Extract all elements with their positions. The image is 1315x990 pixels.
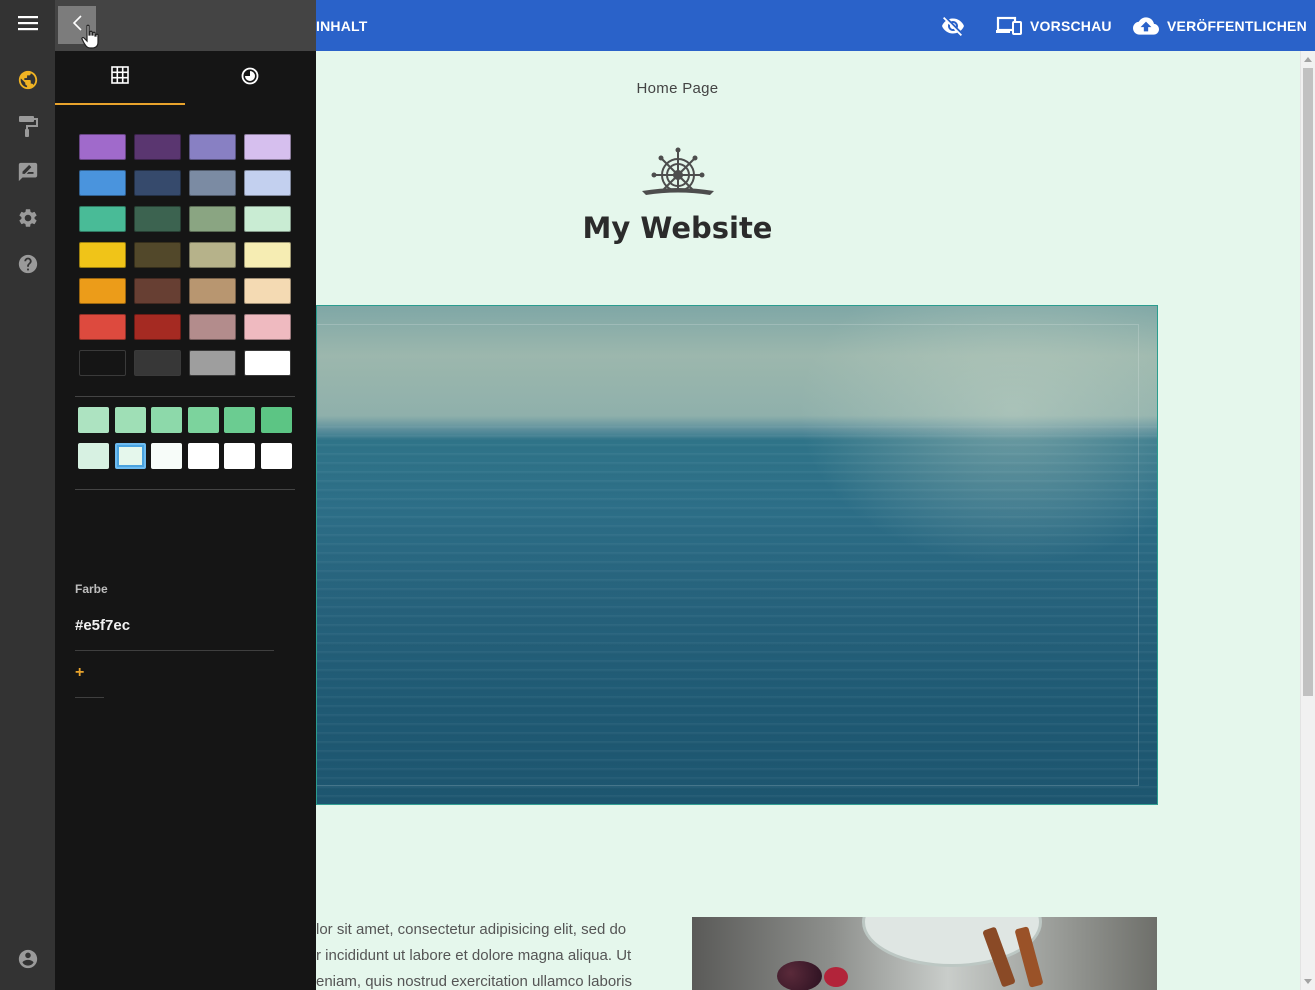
color-swatch[interactable] bbox=[79, 134, 126, 160]
add-color-button[interactable]: + bbox=[75, 664, 84, 682]
website-canvas[interactable]: Home Page My Website lor sit amet, conse… bbox=[316, 51, 1300, 990]
color-swatch[interactable] bbox=[189, 206, 236, 232]
globe-icon bbox=[17, 69, 39, 96]
shade-swatch[interactable] bbox=[78, 407, 109, 433]
color-swatch[interactable] bbox=[79, 170, 126, 196]
panel-header bbox=[55, 0, 316, 51]
preview-label: VORSCHAU bbox=[1030, 17, 1112, 34]
divider bbox=[75, 489, 295, 490]
shade-swatch[interactable] bbox=[151, 407, 183, 433]
body-line: r incididunt ut labore et dolore magna a… bbox=[316, 947, 632, 964]
rail-item-content[interactable] bbox=[0, 154, 55, 194]
ship-wheel-logo[interactable] bbox=[640, 147, 716, 201]
shade-swatch[interactable] bbox=[261, 407, 292, 433]
rail-item-help[interactable] bbox=[0, 246, 55, 286]
shade-swatch[interactable] bbox=[224, 443, 256, 469]
color-value-field[interactable]: #e5f7ec bbox=[75, 617, 130, 634]
content-tab-label: INHALT bbox=[316, 17, 368, 34]
body-line: lor sit amet, consectetur adipisicing el… bbox=[316, 921, 627, 938]
color-swatch[interactable] bbox=[134, 242, 181, 268]
color-swatch[interactable] bbox=[134, 350, 181, 376]
scroll-up-arrow[interactable] bbox=[1304, 57, 1312, 62]
gear-icon bbox=[17, 207, 39, 234]
shade-swatch[interactable] bbox=[187, 443, 219, 469]
preview-button[interactable]: VORSCHAU bbox=[996, 0, 1112, 51]
icon-rail bbox=[0, 0, 55, 990]
content-tab[interactable]: INHALT bbox=[316, 0, 368, 51]
tab-palette[interactable] bbox=[55, 51, 185, 105]
rail-item-design[interactable] bbox=[0, 108, 55, 148]
cloud-upload-icon bbox=[1133, 16, 1159, 36]
scrollbar[interactable] bbox=[1300, 51, 1315, 990]
scroll-thumb[interactable] bbox=[1303, 68, 1313, 696]
menu-button[interactable] bbox=[0, 5, 55, 45]
theme-icon bbox=[241, 67, 259, 90]
color-swatch[interactable] bbox=[244, 350, 291, 376]
color-swatch[interactable] bbox=[189, 314, 236, 340]
color-swatch[interactable] bbox=[79, 206, 126, 232]
color-swatch[interactable] bbox=[189, 170, 236, 196]
color-swatch[interactable] bbox=[244, 170, 291, 196]
color-swatch[interactable] bbox=[244, 242, 291, 268]
berries bbox=[777, 961, 822, 990]
food-image[interactable] bbox=[692, 917, 1157, 990]
hero-image[interactable] bbox=[316, 305, 1158, 806]
site-title[interactable]: My Website bbox=[316, 211, 1039, 245]
hamburger-icon bbox=[17, 15, 38, 36]
color-swatch[interactable] bbox=[189, 134, 236, 160]
color-swatch[interactable] bbox=[134, 278, 181, 304]
color-swatch[interactable] bbox=[134, 134, 181, 160]
devices-icon bbox=[996, 15, 1022, 37]
color-swatch[interactable] bbox=[134, 314, 181, 340]
body-text[interactable]: lor sit amet, consectetur adipisicing el… bbox=[316, 917, 666, 990]
page-label: Home Page bbox=[636, 80, 719, 97]
color-panel: Farbe #e5f7ec + bbox=[55, 0, 316, 990]
raspberry bbox=[824, 967, 848, 987]
paint-roller-icon bbox=[18, 115, 38, 142]
publish-button[interactable]: VERÖFFENTLICHEN bbox=[1133, 0, 1307, 51]
color-swatch[interactable] bbox=[189, 278, 236, 304]
color-swatch[interactable] bbox=[244, 206, 291, 232]
rail-item-globe[interactable] bbox=[0, 62, 55, 102]
body-line: eniam, quis nostrud exercitation ullamco… bbox=[316, 973, 632, 990]
publish-label: VERÖFFENTLICHEN bbox=[1167, 17, 1307, 34]
grid-icon bbox=[111, 65, 129, 89]
rail-item-account[interactable] bbox=[0, 941, 55, 981]
color-swatch[interactable] bbox=[244, 134, 291, 160]
shade-swatch-selected[interactable] bbox=[114, 443, 146, 469]
color-swatch[interactable] bbox=[189, 350, 236, 376]
eye-off-icon bbox=[941, 14, 965, 38]
shade-swatch[interactable] bbox=[151, 443, 183, 469]
edit-note-icon bbox=[17, 161, 39, 188]
field-underline bbox=[75, 697, 104, 698]
color-swatch[interactable] bbox=[79, 350, 126, 376]
rail-item-settings[interactable] bbox=[0, 200, 55, 240]
account-icon bbox=[17, 948, 39, 975]
shade-swatch[interactable] bbox=[78, 443, 109, 469]
color-swatch[interactable] bbox=[79, 278, 126, 304]
color-swatch[interactable] bbox=[79, 242, 126, 268]
color-swatch[interactable] bbox=[134, 170, 181, 196]
hide-toggle-button[interactable] bbox=[940, 0, 966, 51]
field-underline bbox=[75, 650, 274, 651]
tab-theme[interactable] bbox=[185, 51, 315, 105]
scroll-down-arrow[interactable] bbox=[1304, 979, 1312, 984]
plate bbox=[862, 917, 1042, 967]
divider bbox=[75, 396, 295, 397]
cinnamon-stick bbox=[1014, 926, 1044, 988]
color-swatch[interactable] bbox=[244, 278, 291, 304]
shade-swatch[interactable] bbox=[224, 407, 256, 433]
color-swatch[interactable] bbox=[244, 314, 291, 340]
shade-swatch[interactable] bbox=[114, 407, 146, 433]
color-swatch[interactable] bbox=[189, 242, 236, 268]
shade-swatch[interactable] bbox=[187, 407, 219, 433]
color-label: Farbe bbox=[75, 582, 108, 596]
shade-swatch[interactable] bbox=[261, 443, 292, 469]
help-icon bbox=[17, 253, 39, 280]
hero-frame bbox=[317, 324, 1139, 786]
color-swatch[interactable] bbox=[134, 206, 181, 232]
color-swatch[interactable] bbox=[79, 314, 126, 340]
